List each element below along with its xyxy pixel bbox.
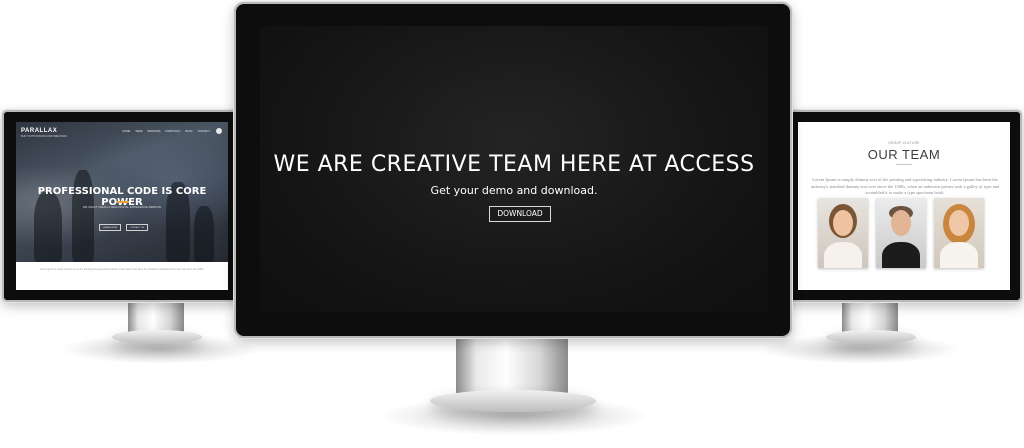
- download-button[interactable]: DOWNLOAD: [489, 206, 551, 222]
- left-nav-item[interactable]: CONTACT: [198, 130, 210, 133]
- left-hero-section: PARALLAX BUILT WITH PASSION AND PRECISIO…: [16, 122, 228, 262]
- left-learn-more-button[interactable]: LEARN MORE: [99, 224, 121, 231]
- shoulders-shape: [824, 242, 862, 268]
- left-brand-subtitle: BUILT WITH PASSION AND PRECISION: [21, 135, 67, 138]
- shoulders-shape: [940, 242, 978, 268]
- left-monitor-screen: PARALLAX BUILT WITH PASSION AND PRECISIO…: [16, 122, 228, 290]
- left-nav-item[interactable]: BLOG: [185, 130, 192, 133]
- team-member-photo[interactable]: [818, 198, 868, 268]
- left-contact-button[interactable]: CONTACT US: [126, 224, 148, 231]
- center-monitor-foot: [430, 390, 596, 412]
- left-monitor-bezel: PARALLAX BUILT WITH PASSION AND PRECISIO…: [2, 110, 240, 302]
- center-hero-title: WE ARE CREATIVE TEAM HERE AT ACCESS: [273, 152, 755, 177]
- left-monitor-foot: [112, 330, 202, 344]
- shoulders-shape: [882, 242, 920, 268]
- team-kicker: GROUP CULTURE: [888, 141, 920, 145]
- left-nav-item[interactable]: TEAM: [135, 130, 142, 133]
- left-hero-divider: [117, 201, 129, 203]
- left-nav-item[interactable]: PORTFOLIO: [165, 130, 180, 133]
- team-title: OUR TEAM: [867, 147, 941, 162]
- team-member-photo[interactable]: [876, 198, 926, 268]
- team-description: Lorem Ipsum is simply dummy text of the …: [810, 177, 1000, 195]
- left-menu-toggle-icon[interactable]: [216, 128, 222, 134]
- face-shape: [833, 210, 853, 236]
- hero-photo-figure: [194, 206, 214, 262]
- face-shape: [949, 210, 969, 236]
- left-nav-item[interactable]: HOME: [122, 130, 130, 133]
- right-monitor-foot: [826, 330, 916, 344]
- hero-photo-figure: [72, 170, 94, 262]
- face-shape: [891, 210, 911, 236]
- right-monitor-bezel: GROUP CULTURE OUR TEAM Lorem Ipsum is si…: [784, 110, 1022, 302]
- left-brand-logo[interactable]: PARALLAX: [21, 128, 57, 134]
- left-intro-text: Lorem Ipsum is simply dummy text of the …: [39, 268, 205, 271]
- center-monitor-bezel: WE ARE CREATIVE TEAM HERE AT ACCESS Get …: [234, 2, 792, 338]
- left-nav: HOME TEAM SERVICES PORTFOLIO BLOG CONTAC…: [122, 130, 210, 133]
- team-member-photo[interactable]: [934, 198, 984, 268]
- team-divider: [896, 164, 912, 165]
- left-hero-tagline: WE CRAFT FRESH & NEW DIGITAL EXPERIENCE …: [82, 205, 162, 209]
- left-nav-item[interactable]: SERVICES: [147, 130, 160, 133]
- right-monitor-screen: GROUP CULTURE OUR TEAM Lorem Ipsum is si…: [798, 122, 1010, 290]
- center-monitor-screen: WE ARE CREATIVE TEAM HERE AT ACCESS Get …: [260, 26, 768, 312]
- center-hero-subtitle: Get your demo and download.: [430, 184, 598, 197]
